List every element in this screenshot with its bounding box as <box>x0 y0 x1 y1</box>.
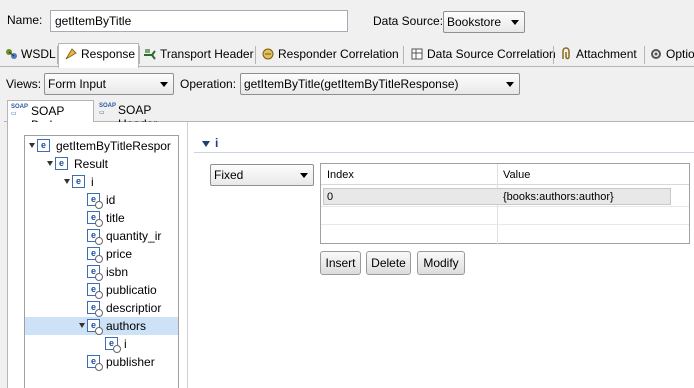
tree-item[interactable]: e title <box>25 209 178 227</box>
tree-item-label: Result <box>74 157 109 171</box>
tab-data-source-correlation[interactable]: Data Source Correlation <box>408 44 560 66</box>
section-divider <box>194 152 694 153</box>
operation-select[interactable]: getItemByTitle(getItemByTitleResponse) <box>240 73 520 95</box>
chevron-down-icon <box>160 82 168 87</box>
splitter[interactable] <box>187 122 188 388</box>
row-divider <box>321 224 689 225</box>
element-icon: e <box>87 211 103 227</box>
table-cell-index: 0 <box>327 191 334 203</box>
tab-soap-body[interactable]: SOAP▭ SOAP Body <box>7 100 94 132</box>
options-icon <box>649 47 663 61</box>
element-icon: e <box>87 193 103 209</box>
views-value: Form Input <box>48 77 107 91</box>
tree-item[interactable]: e publicatio <box>25 281 178 299</box>
tab-divider <box>403 46 404 64</box>
expand-toggle-icon[interactable] <box>79 323 85 328</box>
tree-item[interactable]: e Result <box>25 155 178 173</box>
name-label: Name: <box>7 13 43 27</box>
tree-item-label: publisher <box>106 355 155 369</box>
mode-value: Fixed <box>214 168 244 182</box>
soap-icon: SOAP ▭ <box>11 104 29 117</box>
datasource-label: Data Source: <box>373 14 444 28</box>
tab-attachment[interactable]: Attachment <box>557 44 641 66</box>
views-select[interactable]: Form Input <box>44 73 174 95</box>
views-label: Views: <box>6 77 42 91</box>
tab-wsdl[interactable]: WSDL <box>2 44 60 66</box>
tab-divider <box>644 46 645 64</box>
soap-icon: SOAP ▭ <box>99 103 117 116</box>
tree-item-label: authors <box>106 319 147 333</box>
chevron-down-icon <box>511 20 519 25</box>
element-icon: e <box>72 175 85 188</box>
insert-button[interactable]: Insert <box>320 251 361 275</box>
tab-divider <box>255 46 256 64</box>
element-icon: e <box>55 157 68 170</box>
tree-item-label: publicatio <box>106 283 157 297</box>
element-icon: e <box>87 247 103 263</box>
operation-label: Operation: <box>180 77 237 91</box>
tree-item-label: title <box>106 211 125 225</box>
element-icon: e <box>87 265 103 281</box>
modify-button[interactable]: Modify <box>417 251 465 275</box>
tree-item[interactable]: e descriptior <box>25 299 178 317</box>
section-title: i <box>215 136 219 150</box>
response-icon <box>64 47 78 61</box>
tree-item[interactable]: e price <box>25 245 178 263</box>
tree-item-label: quantity_ir <box>106 229 162 243</box>
data-source-correlation-icon <box>410 47 424 61</box>
element-tree[interactable]: e getItemByTitleRespor e Result e i e id e title e… <box>24 135 179 388</box>
values-table[interactable]: Index Value 0 {books:authors:author} <box>320 163 690 244</box>
tree-item-label: i <box>124 337 127 351</box>
expand-toggle-icon[interactable] <box>47 161 53 166</box>
table-cell-value: {books:authors:author} <box>503 191 614 203</box>
attachment-icon <box>559 47 573 61</box>
tree-item-label: id <box>106 193 116 207</box>
datasource-select[interactable]: Bookstore <box>443 11 525 33</box>
tree-item[interactable]: e authors <box>25 317 178 335</box>
tree-item[interactable]: ei <box>25 335 178 353</box>
transport-header-icon <box>143 47 157 61</box>
tab-divider <box>57 46 58 64</box>
tab-responder-correlation[interactable]: Responder Correlation <box>259 44 403 66</box>
tree-item[interactable]: e id <box>25 191 178 209</box>
element-icon: e <box>105 337 121 353</box>
tab-response[interactable]: Response <box>62 44 139 66</box>
mode-select[interactable]: Fixed <box>210 164 314 186</box>
tree-item-label: i <box>91 175 94 189</box>
tree-item[interactable]: e publisher <box>25 353 178 371</box>
tab-divider <box>139 46 140 64</box>
tab-options[interactable]: Optio <box>647 44 694 66</box>
element-icon: e <box>87 229 103 245</box>
tab-transport-header[interactable]: Transport Header <box>141 44 258 66</box>
datasource-value: Bookstore <box>447 15 502 29</box>
row-divider <box>321 206 689 207</box>
tree-item-label: getItemByTitleRespor <box>56 139 171 153</box>
tree-item-label: isbn <box>106 265 129 279</box>
expand-toggle-icon[interactable] <box>64 179 70 184</box>
tree-item-label: descriptior <box>106 301 162 315</box>
wsdl-icon <box>4 47 18 61</box>
chevron-down-icon[interactable] <box>202 141 210 147</box>
element-icon: e <box>37 139 50 152</box>
name-input[interactable]: getItemByTitle <box>50 10 348 32</box>
tree-item[interactable]: e getItemByTitleRespor <box>25 137 178 155</box>
tree-item[interactable]: e isbn <box>25 263 178 281</box>
tab-divider <box>553 46 554 64</box>
responder-correlation-icon <box>261 47 275 61</box>
tree-item[interactable]: ei <box>25 173 178 191</box>
tree-item[interactable]: e quantity_ir <box>25 227 178 245</box>
column-header-value[interactable]: Value <box>497 166 687 184</box>
element-icon: e <box>87 283 103 299</box>
chevron-down-icon <box>300 173 308 178</box>
tree-item-label: price <box>106 247 133 261</box>
delete-button[interactable]: Delete <box>366 251 411 275</box>
column-header-index[interactable]: Index <box>321 166 497 184</box>
operation-value: getItemByTitle(getItemByTitleResponse) <box>244 77 459 91</box>
element-icon: e <box>87 319 103 335</box>
element-icon: e <box>87 355 103 371</box>
tab-soap-header[interactable]: SOAP▭ SOAP Header <box>96 100 192 131</box>
chevron-down-icon <box>506 82 514 87</box>
element-icon: e <box>87 301 103 317</box>
expand-toggle-icon[interactable] <box>29 143 35 148</box>
